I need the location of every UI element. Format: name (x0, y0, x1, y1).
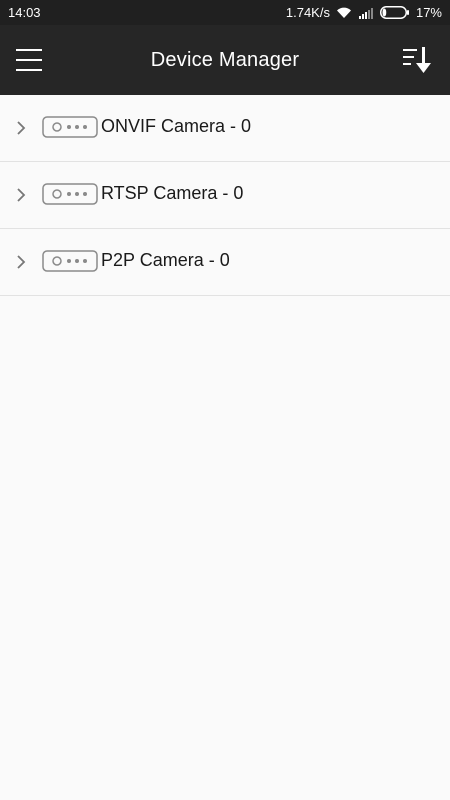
chevron-right-icon (17, 121, 26, 135)
device-group-label: ONVIF Camera - 0 (101, 116, 252, 136)
sort-icon (403, 47, 431, 73)
app-bar: Device Manager (0, 25, 450, 95)
device-group-rtsp[interactable]: RTSP Camera - 0 (0, 162, 450, 229)
chevron-right-icon (17, 188, 26, 202)
battery-icon (379, 6, 410, 19)
page-title: Device Manager (150, 48, 300, 71)
device-group-label: P2P Camera - 0 (101, 250, 230, 270)
device-group-label: RTSP Camera - 0 (101, 183, 244, 203)
camera-device-icon (42, 116, 98, 138)
signal-icon (358, 7, 374, 19)
status-indicators: 1.74K/s 17% (286, 5, 442, 20)
device-group-p2p[interactable]: P2P Camera - 0 (0, 229, 450, 296)
menu-icon (16, 49, 42, 71)
device-group-list: ONVIF Camera - 0 RTSP Camera - 0 P2P Cam… (0, 95, 450, 296)
status-bar: 14:03 1.74K/s 17% (0, 0, 450, 25)
battery-percent: 17% (415, 5, 442, 20)
network-speed: 1.74K/s (285, 5, 330, 20)
menu-button[interactable] (16, 48, 42, 72)
device-group-onvif[interactable]: ONVIF Camera - 0 (0, 95, 450, 162)
camera-device-icon (42, 250, 98, 272)
sort-button[interactable] (402, 45, 436, 75)
camera-device-icon (42, 183, 98, 205)
chevron-right-icon (17, 255, 26, 269)
status-time: 14:03 (8, 5, 41, 20)
wifi-icon (336, 6, 352, 19)
